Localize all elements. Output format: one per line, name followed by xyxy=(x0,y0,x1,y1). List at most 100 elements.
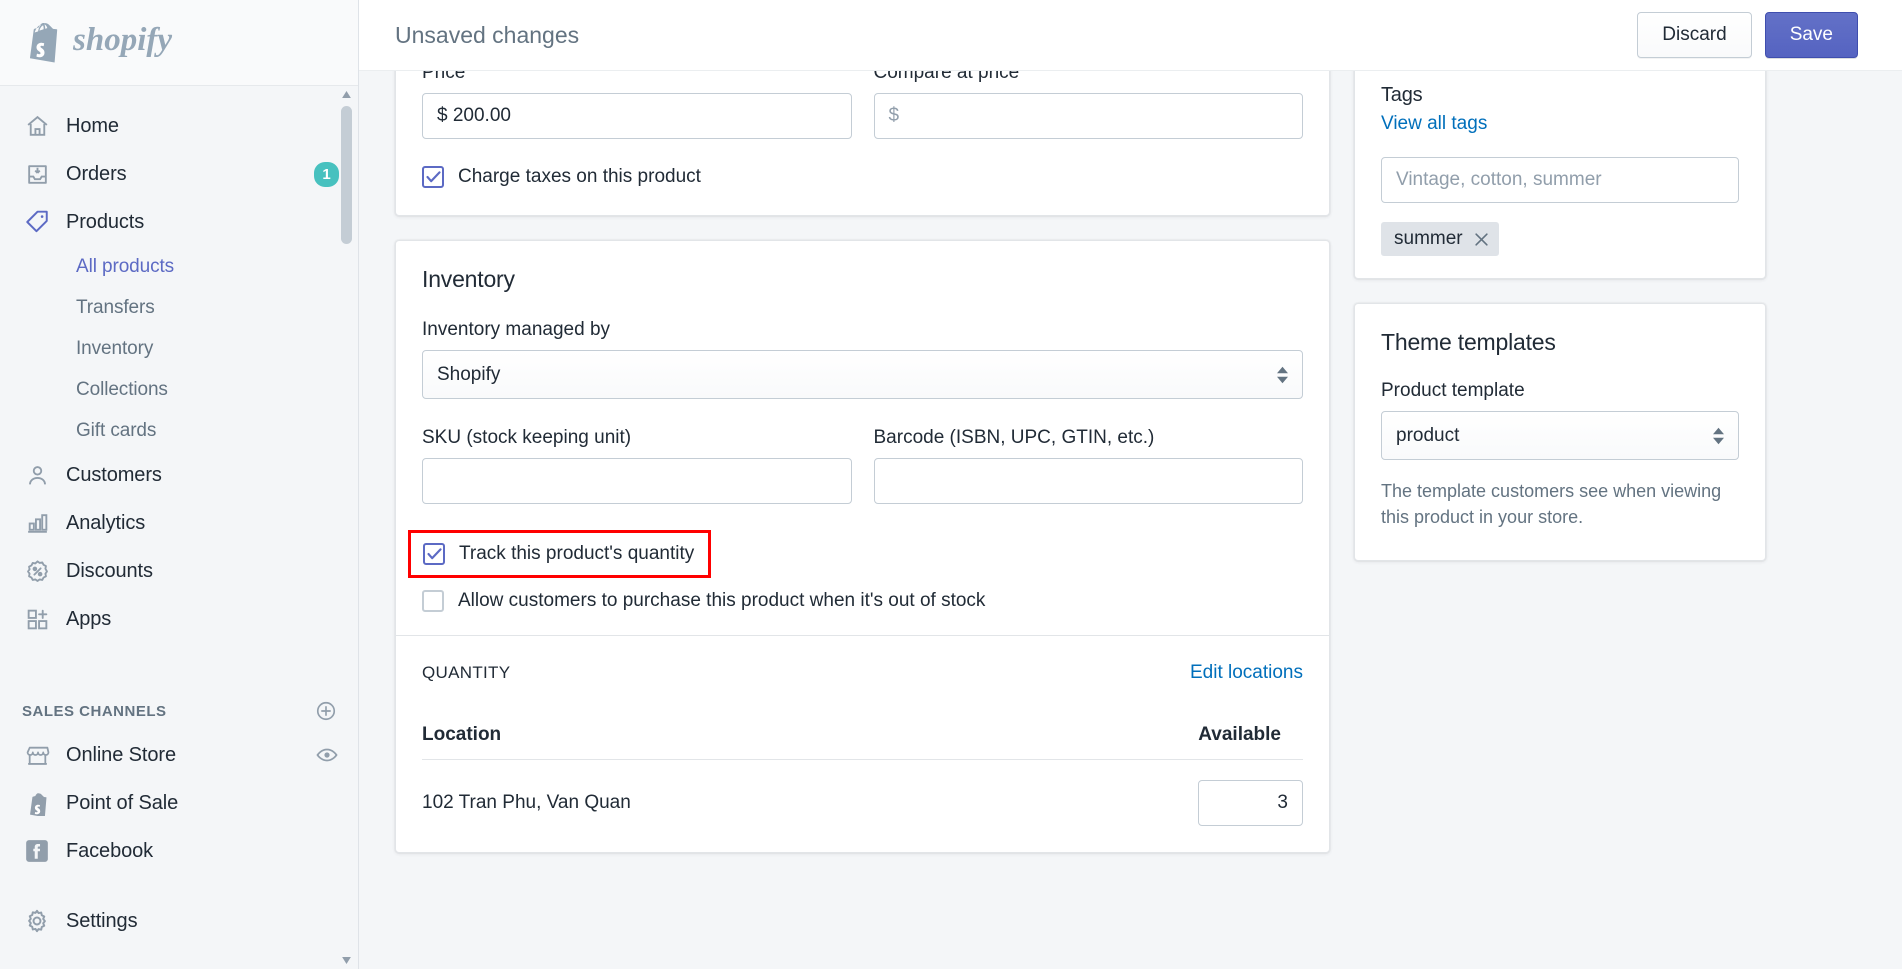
sidebar-item-label: Products xyxy=(66,210,145,233)
track-quantity-checkbox[interactable] xyxy=(423,543,445,565)
view-all-tags-link[interactable]: View all tags xyxy=(1381,113,1739,135)
price-label: Price xyxy=(422,71,466,83)
edit-locations-link[interactable]: Edit locations xyxy=(1190,662,1303,684)
theme-templates-card-title: Theme templates xyxy=(1381,329,1556,355)
tag-chip[interactable]: summer xyxy=(1381,222,1499,256)
compare-at-price-input[interactable]: $ xyxy=(873,93,1303,139)
product-template-group: Product template product xyxy=(1381,380,1739,460)
sidebar-item-label: Analytics xyxy=(66,511,146,534)
unsaved-changes-title: Unsaved changes xyxy=(395,21,580,48)
shopify-logo-icon[interactable] xyxy=(22,20,62,66)
primary-column: Price $ 200.00 Compare at price $ Charge… xyxy=(395,71,1330,853)
barcode-field-group: Barcode (ISBN, UPC, GTIN, etc.) xyxy=(873,427,1303,504)
gear-icon xyxy=(22,906,52,936)
sidebar-item-discounts[interactable]: Discounts xyxy=(0,547,358,595)
quantity-section: QUANTITY Edit locations Location Availab… xyxy=(396,636,1329,852)
track-quantity-highlight-box: Track this product's quantity xyxy=(408,530,712,578)
facebook-icon xyxy=(22,836,52,866)
column-header-available: Available xyxy=(1198,724,1281,745)
sku-barcode-row: SKU (stock keeping unit) Barcode (ISBN, … xyxy=(422,427,1303,504)
price-input[interactable]: $ 200.00 xyxy=(422,93,852,139)
customer-icon xyxy=(22,460,52,490)
product-template-help-text: The template customers see when viewing … xyxy=(1381,481,1722,527)
barcode-input[interactable] xyxy=(873,458,1303,504)
sidebar-nav: Home Orders 1 Products All products Tran… xyxy=(0,86,358,969)
sidebar-item-analytics[interactable]: Analytics xyxy=(0,499,358,547)
save-button[interactable]: Save xyxy=(1764,12,1858,58)
allow-oversell-row[interactable]: Allow customers to purchase this product… xyxy=(422,589,1303,613)
inventory-card-title: Inventory xyxy=(422,266,515,292)
storefront-icon xyxy=(22,740,52,770)
context-bar-actions: Discard Save xyxy=(1637,12,1858,58)
analytics-bars-icon xyxy=(22,508,52,538)
eye-icon[interactable] xyxy=(315,743,339,767)
sidebar-scrollbar[interactable] xyxy=(340,88,353,967)
tag-chip-list: summer xyxy=(1381,222,1739,256)
sidebar-item-transfers[interactable]: Transfers xyxy=(0,287,358,328)
barcode-label: Barcode (ISBN, UPC, GTIN, etc.) xyxy=(873,427,1155,448)
products-tag-icon xyxy=(22,207,52,237)
sidebar-item-label: Customers xyxy=(66,463,162,486)
chevron-updown-icon xyxy=(1277,366,1288,383)
sidebar-item-online-store[interactable]: Online Store xyxy=(0,731,358,779)
scroll-up-arrow-icon[interactable] xyxy=(340,88,353,101)
allow-oversell-checkbox[interactable] xyxy=(422,590,444,612)
sidebar-item-collections[interactable]: Collections xyxy=(0,369,358,410)
sidebar-item-gift-cards[interactable]: Gift cards xyxy=(0,410,358,451)
home-icon xyxy=(22,111,52,141)
sidebar-item-label: Apps xyxy=(66,607,112,630)
table-row: 102 Tran Phu, Van Quan 3 xyxy=(422,780,1303,826)
scroll-down-arrow-icon[interactable] xyxy=(340,954,353,967)
sidebar-item-inventory[interactable]: Inventory xyxy=(0,328,358,369)
content-columns: Price $ 200.00 Compare at price $ Charge… xyxy=(359,71,1902,853)
compare-at-price-label: Compare at price xyxy=(873,71,1020,83)
sidebar-item-home[interactable]: Home xyxy=(0,102,358,150)
inventory-managed-by-group: Inventory managed by Shopify xyxy=(422,319,1303,399)
main-content: Price $ 200.00 Compare at price $ Charge… xyxy=(359,71,1902,969)
inventory-card: Inventory Inventory managed by Shopify S… xyxy=(395,240,1330,853)
compare-price-field-group: Compare at price $ xyxy=(873,71,1303,139)
orders-badge: 1 xyxy=(314,161,339,187)
sidebar-item-label: Discounts xyxy=(66,559,153,582)
context-bar: Unsaved changes Discard Save xyxy=(359,0,1902,71)
sidebar-subitem-label: Collections xyxy=(76,378,168,400)
charge-taxes-checkbox[interactable] xyxy=(422,166,444,188)
location-name: 102 Tran Phu, Van Quan xyxy=(422,792,631,813)
locations-table-divider xyxy=(422,759,1303,760)
sku-input[interactable] xyxy=(422,458,852,504)
available-quantity-input[interactable]: 3 xyxy=(1198,780,1303,826)
scrollbar-thumb[interactable] xyxy=(341,106,352,244)
price-field-group: Price $ 200.00 xyxy=(422,71,852,139)
shopify-wordmark: shopify xyxy=(72,22,205,63)
product-template-value: product xyxy=(1396,425,1460,446)
sidebar-item-orders[interactable]: Orders 1 xyxy=(0,150,358,198)
product-template-select[interactable]: product xyxy=(1381,411,1739,460)
sidebar-item-point-of-sale[interactable]: Point of Sale xyxy=(0,779,358,827)
sidebar-item-label: Online Store xyxy=(66,743,176,766)
sidebar-item-products[interactable]: Products xyxy=(0,198,358,246)
sidebar-item-label: Settings xyxy=(66,909,138,932)
inventory-managed-by-select[interactable]: Shopify xyxy=(422,350,1303,399)
sidebar-item-all-products[interactable]: All products xyxy=(0,246,358,287)
orders-icon xyxy=(22,159,52,189)
discard-button[interactable]: Discard xyxy=(1637,12,1752,58)
sku-label: SKU (stock keeping unit) xyxy=(422,427,632,448)
svg-text:shopify: shopify xyxy=(73,22,172,58)
charge-taxes-row[interactable]: Charge taxes on this product xyxy=(422,165,1303,189)
price-fields-row: Price $ 200.00 Compare at price $ xyxy=(422,71,1303,139)
sidebar: shopify Home Orders 1 Products All produ… xyxy=(0,0,359,969)
remove-tag-close-icon[interactable] xyxy=(1474,232,1489,247)
track-quantity-row[interactable]: Track this product's quantity xyxy=(423,542,694,566)
sidebar-item-facebook[interactable]: Facebook xyxy=(0,827,358,875)
add-sales-channel-icon[interactable] xyxy=(315,700,337,722)
sidebar-item-apps[interactable]: Apps xyxy=(0,595,358,643)
quantity-section-label: QUANTITY xyxy=(422,663,511,682)
column-header-location: Location xyxy=(422,724,502,745)
sidebar-subitem-label: Transfers xyxy=(76,296,155,318)
inventory-managed-by-value: Shopify xyxy=(437,364,501,385)
sidebar-item-settings[interactable]: Settings xyxy=(0,897,358,945)
tags-input[interactable]: Vintage, cotton, summer xyxy=(1381,157,1739,203)
sidebar-item-customers[interactable]: Customers xyxy=(0,451,358,499)
quantity-section-header: QUANTITY Edit locations xyxy=(422,662,1303,684)
